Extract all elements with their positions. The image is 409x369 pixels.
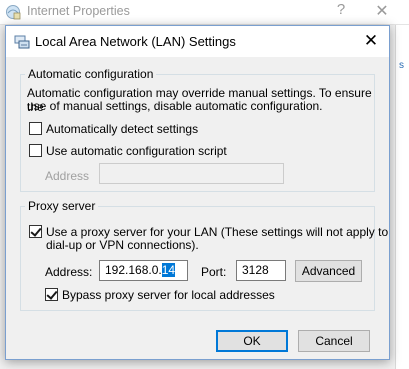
proxy-port-label: Port:	[201, 265, 227, 279]
background-right-panel	[395, 25, 409, 369]
automatic-configuration-legend: Automatic configuration	[25, 67, 157, 81]
auto-detect-checkbox-box[interactable]	[29, 122, 42, 135]
automatic-configuration-group: Automatic configuration Automatic config…	[20, 67, 375, 192]
bypass-checkbox-box[interactable]	[45, 288, 58, 301]
bypass-label: Bypass proxy server for local addresses	[62, 288, 275, 302]
auto-detect-settings-checkbox[interactable]: Automatically detect settings	[29, 121, 229, 137]
use-proxy-label-line1: Use a proxy server for your LAN (These s…	[46, 225, 389, 239]
use-script-label: Use automatic configuration script	[46, 144, 227, 158]
auto-detect-label: Automatically detect settings	[46, 122, 199, 136]
proxy-address-text: 192.168.0.	[105, 263, 162, 277]
proxy-server-legend: Proxy server	[25, 199, 99, 213]
ok-button[interactable]: OK	[216, 330, 288, 352]
proxy-address-label: Address:	[45, 265, 93, 279]
cancel-button[interactable]: Cancel	[298, 330, 370, 352]
use-proxy-server-checkbox[interactable]: Use a proxy server for your LAN (These s…	[29, 224, 388, 254]
internet-properties-titlebar: Internet Properties ? ✕	[0, 0, 409, 25]
help-button[interactable]: ?	[331, 1, 351, 18]
use-proxy-checkbox-box[interactable]	[29, 225, 42, 238]
proxy-port-input[interactable]: 3128	[236, 260, 286, 281]
proxy-address-input[interactable]: 192.168.0.14	[99, 260, 188, 281]
internet-options-icon	[6, 5, 21, 20]
auto-config-description-line2: use of manual settings, disable automati…	[27, 99, 323, 113]
proxy-server-group: Proxy server Use a proxy server for your…	[20, 199, 388, 311]
lan-settings-dialog: Local Area Network (LAN) Settings ✕ Auto…	[5, 25, 390, 360]
use-proxy-label-line2: dial-up or VPN connections).	[46, 238, 199, 252]
dialog-titlebar[interactable]: Local Area Network (LAN) Settings ✕	[6, 26, 389, 57]
use-script-checkbox-box[interactable]	[29, 144, 42, 157]
use-config-script-checkbox[interactable]: Use automatic configuration script	[29, 143, 259, 159]
dialog-title: Local Area Network (LAN) Settings	[35, 34, 236, 49]
bypass-local-addresses-checkbox[interactable]: Bypass proxy server for local addresses	[45, 287, 275, 303]
advanced-button[interactable]: Advanced	[295, 260, 362, 282]
dialog-close-icon[interactable]: ✕	[359, 29, 383, 53]
close-button[interactable]: ✕	[372, 1, 392, 21]
script-address-input[interactable]	[99, 163, 284, 184]
proxy-address-selected-text: 14	[161, 263, 176, 277]
background-link-fragment[interactable]: s	[399, 60, 404, 71]
script-address-label: Address	[45, 169, 90, 183]
internet-properties-title: Internet Properties	[27, 4, 130, 18]
network-icon	[14, 35, 30, 49]
